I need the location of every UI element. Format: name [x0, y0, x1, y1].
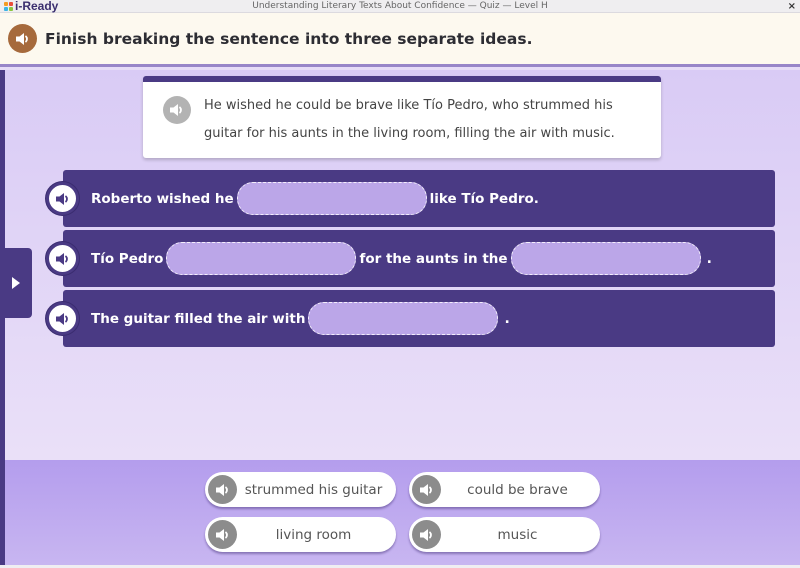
chip-label: could be brave [467, 481, 568, 498]
instruction-audio-button[interactable] [8, 24, 37, 53]
speaker-icon [215, 483, 228, 496]
speaker-icon [419, 528, 432, 541]
sentence-1-text-start: Roberto wished he [91, 190, 234, 207]
sentence-2-text-start: Tío Pedro [91, 250, 164, 267]
sentence-3-period: . [504, 310, 510, 327]
answer-chip-strummed-his-guitar[interactable]: strummed his guitar [205, 472, 396, 507]
sentence-2-blank-1[interactable] [166, 242, 357, 275]
speaker-icon [55, 252, 68, 265]
instruction-text: Finish breaking the sentence into three … [45, 29, 533, 48]
instruction-bar: Finish breaking the sentence into three … [0, 13, 800, 67]
sentence-3-blank[interactable] [308, 302, 499, 335]
answer-chip-living-room[interactable]: living room [205, 517, 396, 552]
answer-chip-music[interactable]: music [409, 517, 600, 552]
sentence-1-blank[interactable] [236, 182, 427, 215]
sentence-3-audio-button[interactable] [46, 302, 79, 335]
sentence-row-1: Roberto wished he like Tío Pedro. [46, 170, 775, 227]
chip-audio-button[interactable] [412, 475, 441, 504]
chip-label: living room [275, 526, 352, 543]
sentence-row-2: Tío Pedro for the aunts in the . [46, 230, 775, 287]
close-icon[interactable]: × [788, 0, 796, 13]
speaker-icon [55, 312, 68, 325]
sentence-1-text-end: like Tío Pedro. [429, 190, 539, 207]
speaker-icon [15, 32, 28, 45]
answer-chip-could-be-brave[interactable]: could be brave [409, 472, 600, 507]
window-titlebar: i-Ready Understanding Literary Texts Abo… [0, 0, 800, 13]
sentence-3-text-start: The guitar filled the air with [91, 310, 306, 327]
speaker-icon [419, 483, 432, 496]
chip-audio-button[interactable] [208, 520, 237, 549]
chip-audio-button[interactable] [208, 475, 237, 504]
chip-audio-button[interactable] [412, 520, 441, 549]
chip-label: strummed his guitar [244, 481, 383, 498]
sentence-2-blank-2[interactable] [510, 242, 701, 275]
sentence-row-3: The guitar filled the air with . [46, 290, 775, 347]
chip-label: music [497, 526, 538, 543]
answer-bank [5, 460, 800, 565]
side-panel-toggle[interactable] [0, 248, 32, 318]
passage-audio-button[interactable] [163, 96, 191, 124]
sentence-2-period: . [706, 250, 712, 267]
speaker-icon [55, 192, 68, 205]
speaker-icon [170, 104, 182, 116]
passage-text: He wished he could be brave like Tío Ped… [204, 98, 615, 141]
window-title: Understanding Literary Texts About Confi… [252, 1, 548, 11]
triangle-right-icon [12, 277, 20, 289]
sentence-2-text-middle: for the aunts in the [359, 250, 508, 267]
sentence-1-audio-button[interactable] [46, 182, 79, 215]
speaker-icon [215, 528, 228, 541]
passage-card: He wished he could be brave like Tío Ped… [143, 76, 661, 158]
sentence-2-audio-button[interactable] [46, 242, 79, 275]
